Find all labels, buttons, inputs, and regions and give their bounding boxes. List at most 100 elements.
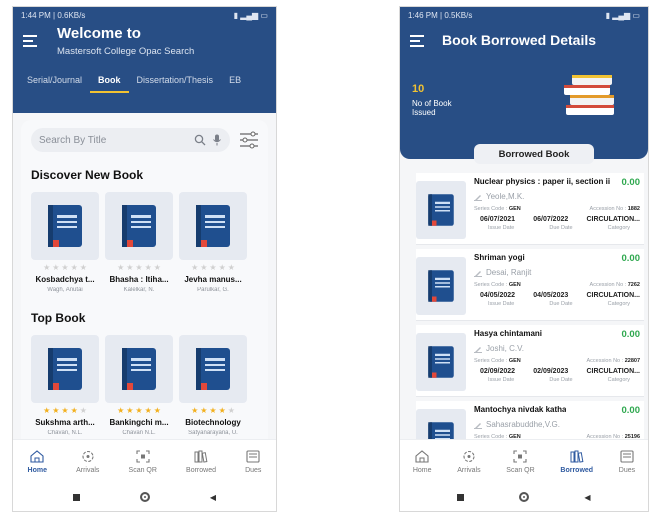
home-icon [415,449,429,467]
issue-date: 04/05/2022 [480,292,516,299]
nav-dues[interactable]: Dues [619,449,635,474]
book-card[interactable]: ★ ★ ★ ★ ★ Kosbadchya t... Wagh, Anutai [31,192,99,293]
borrowed-item[interactable]: Hasya chintamani 0.00 Joshi, C.V. Series Co… [416,325,644,397]
nav-label: Arrivals [76,466,100,474]
search-icon[interactable] [194,134,206,146]
filter-icon[interactable] [238,131,260,149]
status-bar: 1:46 PM | 0.5KB/s ▮ ▂▄▆ ▭ [400,7,648,23]
tab-ebook[interactable]: EB [221,75,249,93]
item-title: Nuclear physics : paper ii, section ii [474,177,611,186]
book-card[interactable]: ★ ★ ★ ★ ★ Bankingchi m... Chavan N.L. [105,335,173,436]
star-icon: ★ [135,406,143,415]
item-title: Mantochya nivdak katha [474,405,567,414]
system-nav-bar: ◀ [13,483,276,511]
book-author: Wagh, Anutai [47,287,83,293]
item-author: Sahasrabuddhe,V.G. [486,420,560,429]
home-sys-icon[interactable] [139,492,150,502]
issue-date-label: Issue Date [488,377,515,383]
borrowed-list: Nuclear physics : paper ii, section ii 0.… [416,173,644,477]
book-card[interactable]: ★ ★ ★ ★ ★ Biotechnology Satyanarayana, U. [179,335,247,436]
back-icon[interactable]: ◀ [584,493,590,502]
nav-borrowed[interactable]: Borrowed [560,450,593,474]
borrowed-book-tab[interactable]: Borrowed Book [474,144,594,164]
pen-icon [474,270,482,277]
book-cover-icon [31,192,99,260]
book-cover-icon [416,181,466,239]
status-time: 1:44 PM | 0.6KB/s [21,10,86,20]
star-icon: ★ [153,406,161,415]
book-title: Sukshma arth... [35,418,95,427]
star-icon: ★ [191,406,199,415]
tab-book[interactable]: Book [90,75,129,93]
dues-icon [246,449,260,467]
borrowed-item[interactable]: Nuclear physics : paper ii, section ii 0.… [416,173,644,245]
borrowed-icon [570,450,584,467]
nav-borrowed[interactable]: Borrowed [186,450,216,474]
tab-serial-journal[interactable]: Serial/Journal [19,75,90,93]
recents-icon[interactable] [457,493,465,501]
books-stack-icon [564,75,614,115]
nav-home[interactable]: Home [27,449,47,474]
nav-arrivals[interactable]: Arrivals [76,450,99,474]
due-date-label: Due Date [549,377,573,383]
due-date-label: Due Date [549,301,573,307]
rating-stars: ★ ★ ★ ★ ★ [179,263,247,272]
star-icon: ★ [144,406,152,415]
nav-label: Borrowed [560,466,594,474]
rating-stars: ★ ★ ★ ★ ★ [105,263,173,272]
series-code-value: GEN [508,206,521,212]
search-input[interactable]: Search By Title [31,128,230,152]
menu-icon[interactable] [410,35,424,50]
star-icon: ★ [52,406,60,415]
discover-book-row: ★ ★ ★ ★ ★ Kosbadchya t... Wagh, Anutai ★ ★ ★ ★ ★ Bha… [31,192,260,293]
nav-dues[interactable]: Dues [245,449,262,474]
book-cover-icon [416,257,466,315]
nav-label: Dues [245,466,262,474]
search-placeholder: Search By Title [39,134,107,146]
book-cover-icon [416,333,466,391]
star-icon: ★ [117,263,125,272]
issued-count: 10 [412,83,425,95]
item-fine: 0.00 [621,329,641,340]
nav-label: Home [27,466,47,474]
accession-value: 1882 [627,206,640,212]
status-time: 1:46 PM | 0.5KB/s [408,10,473,20]
book-cover-icon [105,335,173,403]
status-icons: ▮ ▂▄▆ ▭ [233,10,268,20]
series-code-value: GEN [508,358,521,364]
nav-arrivals[interactable]: Arrivals [457,450,481,474]
nav-scan-qr[interactable]: Scan QR [506,449,535,474]
nav-scan-qr[interactable]: Scan QR [128,449,157,474]
issued-summary: 10 No of Book Issued [412,83,452,117]
pen-icon [474,422,482,429]
book-card[interactable]: ★ ★ ★ ★ ★ Sukshma arth... Chavan, N.L. [31,335,99,436]
menu-icon[interactable] [23,35,37,50]
issue-date-label: Issue Date [488,225,515,231]
dues-icon [620,449,634,467]
due-date: 06/07/2022 [533,216,569,223]
star-icon: ★ [52,263,60,272]
page-title: Book Borrowed Details [442,32,597,48]
tab-dissertation-thesis[interactable]: Dissertation/Thesis [129,75,222,93]
book-author: Chavan, N.L. [47,430,83,436]
back-icon[interactable]: ◀ [210,493,216,502]
borrowed-item[interactable]: Shriman yogi 0.00 Desai, Ranjit Series Code… [416,249,644,321]
star-icon: ★ [135,263,143,272]
home-sys-icon[interactable] [519,492,530,502]
mic-icon[interactable] [212,134,222,146]
nav-label: Scan QR [128,466,157,474]
book-card[interactable]: ★ ★ ★ ★ ★ Jevha manus... Parulkar, G. [179,192,247,293]
series-code-label: Series Code : [474,358,508,364]
nav-label: Scan QR [506,466,535,474]
recents-icon[interactable] [72,493,80,501]
rating-stars: ★ ★ ★ ★ ★ [31,263,99,272]
category-value: CIRCULATION... [586,216,640,223]
item-fine: 0.00 [621,405,641,416]
category-label: Category [607,301,630,307]
book-author: Chavan N.L. [122,430,156,436]
bottom-nav: Home Arrivals Scan QR Borrowed Dues [13,439,276,483]
book-card[interactable]: ★ ★ ★ ★ ★ Bhasha : Itiha... Kalelkar, N. [105,192,173,293]
book-cover-icon [31,335,99,403]
nav-home[interactable]: Home [413,449,432,474]
star-icon: ★ [209,263,217,272]
